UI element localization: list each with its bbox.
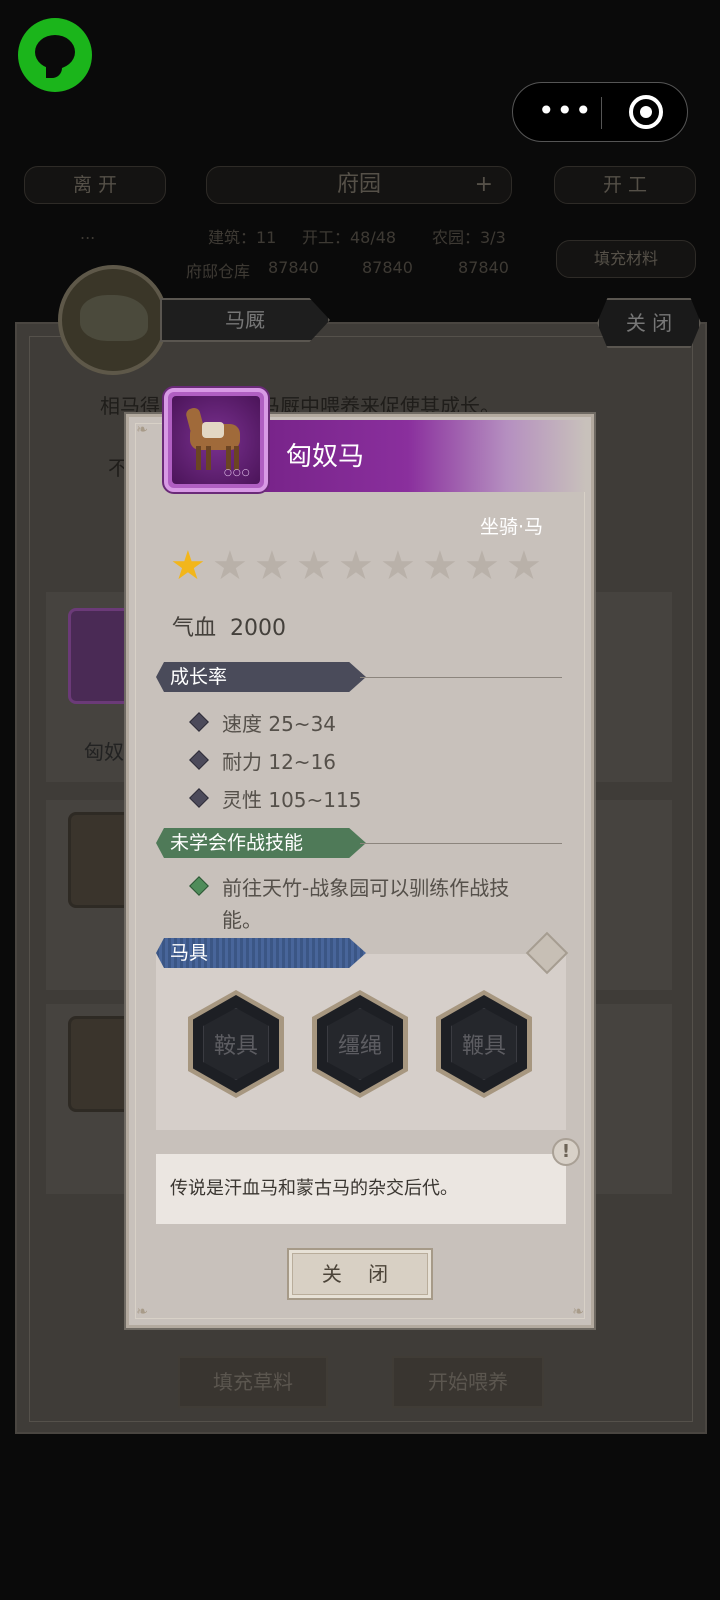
star-empty-icon: ★	[464, 543, 500, 589]
start-feed-button[interactable]: 开始喂养	[392, 1356, 544, 1408]
stat-farm: 农园：3/3	[432, 228, 506, 247]
tack-section-tag: 马具	[156, 938, 366, 968]
star-rating: ★ ★ ★ ★ ★ ★ ★ ★ ★	[170, 546, 548, 588]
stat-work: 开工：48/48	[302, 228, 397, 247]
growth-divider	[360, 677, 562, 678]
leave-button[interactable]: 离 开	[24, 166, 166, 204]
start-work-button[interactable]: 开 工	[554, 166, 696, 204]
star-empty-icon: ★	[422, 543, 458, 589]
star-empty-icon: ★	[212, 543, 248, 589]
star-filled-icon: ★	[170, 543, 206, 589]
resource-3: 87840	[458, 258, 509, 277]
more-menu-icon[interactable]: •••	[538, 97, 592, 125]
stable-title: 马厩	[160, 298, 330, 342]
portrait-dots: ○○○	[224, 468, 251, 478]
horse-name: 匈奴马	[286, 442, 365, 472]
stat-buildings: 建筑：11	[208, 228, 277, 247]
stat-0: ...	[80, 224, 96, 243]
corner-ornament: ❧	[136, 422, 148, 438]
close-miniprogram-icon[interactable]	[629, 95, 663, 129]
stable-close-button[interactable]: 关 闭	[597, 298, 701, 348]
horse-portrait: ○○○	[164, 388, 268, 492]
garden-title: 府园 +	[206, 166, 512, 204]
fill-feed-button[interactable]: 填充草料	[178, 1356, 328, 1408]
miniprogram-capsule: •••	[512, 82, 688, 142]
skills-section-tag: 未学会作战技能	[156, 828, 366, 858]
warehouse-label: 府邸仓库	[186, 262, 251, 281]
modal-close-button[interactable]: 关 闭	[287, 1248, 433, 1300]
resource-1: 87840	[268, 258, 319, 277]
star-empty-icon: ★	[254, 543, 290, 589]
resource-2: 87840	[362, 258, 413, 277]
whip-slot-label: 鞭具	[461, 1034, 506, 1059]
app-logo-icon[interactable]	[18, 18, 92, 92]
capsule-divider	[601, 97, 602, 129]
hp-value: 2000	[230, 616, 287, 641]
skills-divider	[360, 843, 562, 844]
saddle-slot-label: 鞍具	[213, 1034, 258, 1059]
corner-ornament: ❧	[572, 1304, 584, 1320]
star-empty-icon: ★	[296, 543, 332, 589]
slot-1-name: 匈奴	[84, 740, 124, 764]
info-icon[interactable]: !	[552, 1138, 580, 1166]
hp-label: 气血	[172, 616, 217, 641]
fill-material-button[interactable]: 填充材料	[556, 240, 696, 278]
hp-stat: 气血 2000	[172, 610, 286, 642]
growth-section-tag: 成长率	[156, 662, 366, 692]
star-empty-icon: ★	[506, 543, 542, 589]
star-empty-icon: ★	[338, 543, 374, 589]
garden-title-text: 府园	[336, 172, 381, 197]
corner-ornament: ❧	[136, 1304, 148, 1320]
plus-icon[interactable]: +	[475, 167, 493, 203]
stable-intro-2: 不	[108, 456, 128, 480]
rein-slot-label: 缰绳	[337, 1034, 382, 1059]
hay-icon	[58, 265, 168, 375]
star-empty-icon: ★	[380, 543, 416, 589]
horse-description: 传说是汗血马和蒙古马的杂交后代。	[156, 1154, 566, 1224]
mount-type: 坐骑·马	[480, 516, 544, 538]
